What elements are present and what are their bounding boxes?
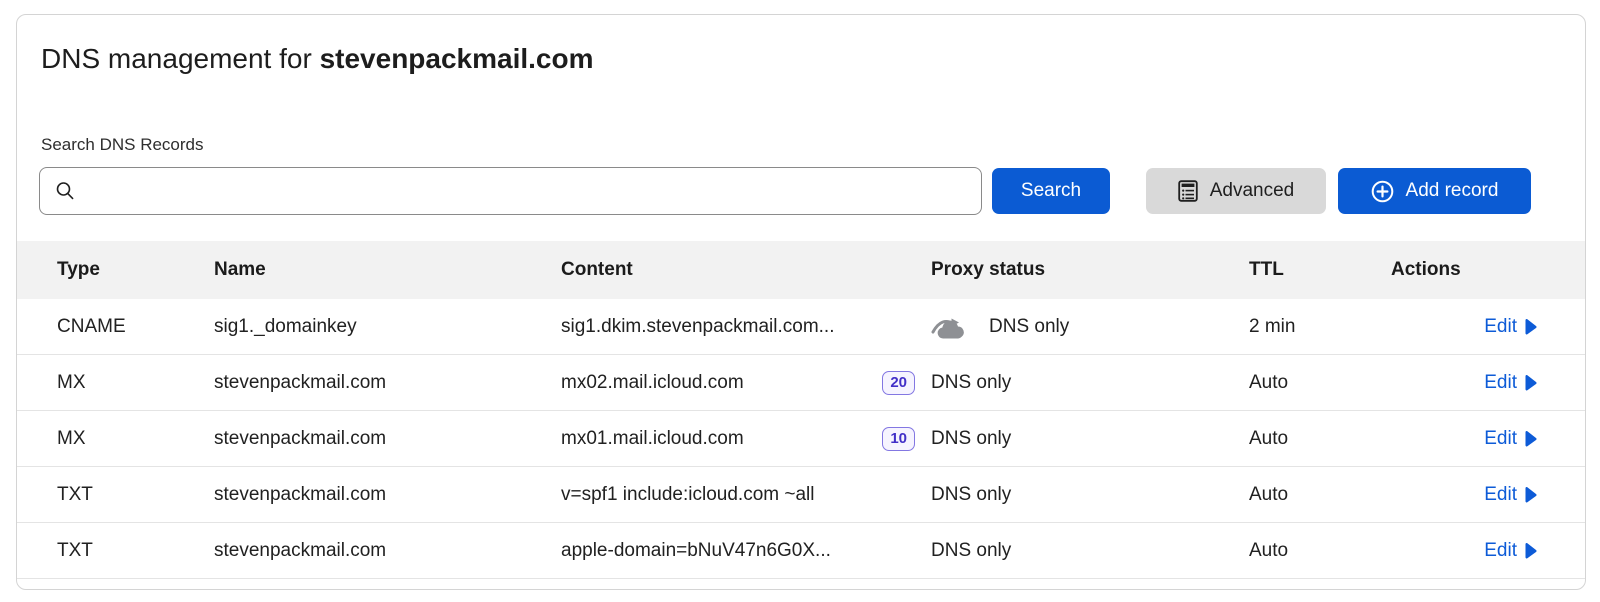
- edit-arrow-icon: [1524, 487, 1537, 503]
- search-controls-row: Search Advanced Add record: [17, 167, 1585, 215]
- edit-link[interactable]: Edit: [1484, 484, 1537, 506]
- advanced-button[interactable]: Advanced: [1146, 168, 1326, 214]
- search-input[interactable]: [86, 181, 967, 202]
- record-name-cell: stevenpackmail.com: [214, 428, 561, 450]
- add-record-button-label: Add record: [1406, 180, 1499, 202]
- actions-cell: Edit: [1391, 372, 1585, 394]
- table-row: CNAME sig1._domainkey sig1.dkim.stevenpa…: [17, 299, 1585, 355]
- page-title-prefix: DNS management for: [41, 43, 320, 74]
- record-type-cell: MX: [57, 428, 214, 450]
- edit-arrow-icon: [1524, 431, 1537, 447]
- record-type-cell: TXT: [57, 540, 214, 562]
- table-header-row: Type Name Content Proxy status TTL Actio…: [17, 241, 1585, 299]
- search-icon: [54, 180, 76, 202]
- priority-badge: 10: [882, 427, 915, 451]
- proxy-status-cell: DNS only: [931, 428, 1249, 450]
- edit-arrow-icon: [1524, 319, 1537, 335]
- column-header-content: Content: [561, 259, 931, 281]
- edit-arrow-icon: [1524, 375, 1537, 391]
- record-type-cell: TXT: [57, 484, 214, 506]
- record-type-cell: CNAME: [57, 316, 214, 338]
- column-header-ttl: TTL: [1249, 259, 1391, 281]
- record-content-cell: mx01.mail.icloud.com 10: [561, 427, 931, 451]
- record-type-cell: MX: [57, 372, 214, 394]
- column-header-name: Name: [214, 259, 561, 281]
- search-dns-records-label: Search DNS Records: [41, 134, 1585, 155]
- search-input-box[interactable]: [39, 167, 982, 215]
- table-row: MX stevenpackmail.com mx02.mail.icloud.c…: [17, 355, 1585, 411]
- add-record-button[interactable]: Add record: [1338, 168, 1531, 214]
- proxy-status-cell: DNS only: [931, 372, 1249, 394]
- advanced-list-icon: [1178, 180, 1198, 202]
- record-name-cell: sig1._domainkey: [214, 316, 561, 338]
- plus-circle-icon: [1371, 180, 1394, 203]
- edit-link[interactable]: Edit: [1484, 428, 1537, 450]
- page-title: DNS management for stevenpackmail.com: [41, 42, 1585, 76]
- dns-only-cloud-icon: [931, 313, 971, 340]
- priority-badge: 20: [882, 371, 915, 395]
- dns-records-table: Type Name Content Proxy status TTL Actio…: [17, 241, 1585, 579]
- page-title-domain: stevenpackmail.com: [320, 43, 594, 74]
- record-content-cell: v=spf1 include:icloud.com ~all: [561, 484, 931, 506]
- edit-link[interactable]: Edit: [1484, 540, 1537, 562]
- column-header-proxy-status: Proxy status: [931, 259, 1249, 281]
- ttl-cell: Auto: [1249, 372, 1391, 394]
- column-header-actions: Actions: [1391, 259, 1585, 281]
- search-button[interactable]: Search: [992, 168, 1110, 214]
- table-row: TXT stevenpackmail.com apple-domain=bNuV…: [17, 523, 1585, 579]
- edit-link[interactable]: Edit: [1484, 372, 1537, 394]
- ttl-cell: Auto: [1249, 484, 1391, 506]
- column-header-type: Type: [57, 259, 214, 281]
- record-name-cell: stevenpackmail.com: [214, 540, 561, 562]
- table-body: CNAME sig1._domainkey sig1.dkim.stevenpa…: [17, 299, 1585, 579]
- actions-cell: Edit: [1391, 428, 1585, 450]
- proxy-status-cell: DNS only: [931, 313, 1249, 340]
- actions-cell: Edit: [1391, 316, 1585, 338]
- advanced-button-label: Advanced: [1210, 180, 1295, 202]
- actions-cell: Edit: [1391, 484, 1585, 506]
- proxy-status-cell: DNS only: [931, 540, 1249, 562]
- edit-link[interactable]: Edit: [1484, 316, 1537, 338]
- table-row: MX stevenpackmail.com mx01.mail.icloud.c…: [17, 411, 1585, 467]
- dns-management-card: DNS management for stevenpackmail.com Se…: [16, 14, 1586, 590]
- record-content-cell: apple-domain=bNuV47n6G0X...: [561, 540, 931, 562]
- proxy-status-cell: DNS only: [931, 484, 1249, 506]
- ttl-cell: 2 min: [1249, 316, 1391, 338]
- ttl-cell: Auto: [1249, 540, 1391, 562]
- record-name-cell: stevenpackmail.com: [214, 484, 561, 506]
- ttl-cell: Auto: [1249, 428, 1391, 450]
- record-content-cell: sig1.dkim.stevenpackmail.com...: [561, 316, 931, 338]
- edit-arrow-icon: [1524, 543, 1537, 559]
- actions-cell: Edit: [1391, 540, 1585, 562]
- table-row: TXT stevenpackmail.com v=spf1 include:ic…: [17, 467, 1585, 523]
- record-content-cell: mx02.mail.icloud.com 20: [561, 371, 931, 395]
- record-name-cell: stevenpackmail.com: [214, 372, 561, 394]
